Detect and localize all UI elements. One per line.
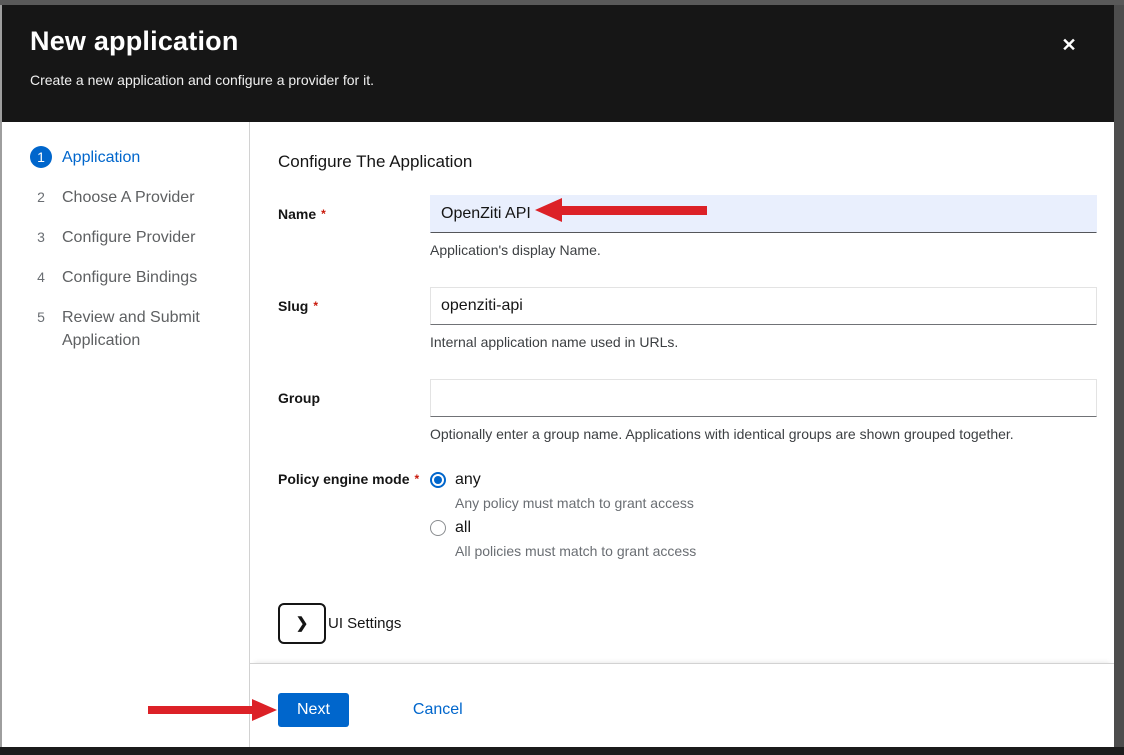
- label-text: Name: [278, 206, 316, 222]
- group-helper-text: Optionally enter a group name. Applicati…: [430, 426, 1097, 442]
- radio-any-control[interactable]: [430, 472, 446, 488]
- label-text: Slug: [278, 298, 308, 314]
- arrow-tail: [148, 706, 253, 714]
- page-title: Configure The Application: [278, 152, 1097, 172]
- required-asterisk: *: [321, 207, 326, 221]
- ui-settings-section: ❯ UI Settings: [278, 603, 1097, 644]
- screen: New application Create a new application…: [0, 0, 1124, 755]
- annotation-arrow-next-button: [148, 699, 277, 721]
- arrow-tail: [561, 206, 707, 215]
- backdrop-bottom: [0, 747, 1124, 755]
- modal-header: New application Create a new application…: [2, 5, 1114, 122]
- wizard-footer: Next Cancel: [250, 663, 1114, 747]
- step-number: 2: [30, 186, 52, 208]
- radio-all-control[interactable]: [430, 520, 446, 536]
- radio-any-label[interactable]: any: [455, 471, 481, 489]
- label-text: Policy engine mode: [278, 471, 409, 487]
- step-review-and-submit[interactable]: 5 Review and Submit Application: [30, 306, 235, 352]
- radio-any-helper: Any policy must match to grant access: [455, 495, 1097, 511]
- step-label: Configure Bindings: [62, 266, 197, 289]
- slug-field-row: Slug * Internal application name used in …: [278, 287, 1097, 350]
- step-label: Choose A Provider: [62, 186, 195, 209]
- step-number: 4: [30, 266, 52, 288]
- group-field-col: Optionally enter a group name. Applicati…: [430, 379, 1097, 442]
- name-input[interactable]: [430, 195, 1097, 233]
- name-helper-text: Application's display Name.: [430, 242, 1097, 258]
- policy-engine-mode-label: Policy engine mode *: [278, 471, 430, 567]
- step-number: 5: [30, 306, 52, 328]
- wizard-steps-nav: 1 Application 2 Choose A Provider 3 Conf…: [2, 122, 250, 747]
- radio-option-all[interactable]: all: [430, 519, 1097, 537]
- step-number: 3: [30, 226, 52, 248]
- radio-all-label[interactable]: all: [455, 519, 471, 537]
- annotation-arrow-name-field: [535, 198, 707, 222]
- arrow-head-icon: [535, 198, 562, 222]
- step-label: Review and Submit Application: [62, 306, 222, 352]
- step-label: Configure Provider: [62, 226, 195, 249]
- backdrop-right: [1114, 5, 1124, 747]
- ui-settings-label: UI Settings: [328, 615, 401, 632]
- policy-engine-mode-row: Policy engine mode * any Any policy must …: [278, 471, 1097, 567]
- close-icon[interactable]: ✕: [1057, 33, 1081, 57]
- step-label: Application: [62, 146, 140, 169]
- step-choose-a-provider[interactable]: 2 Choose A Provider: [30, 186, 235, 209]
- step-application[interactable]: 1 Application: [30, 146, 235, 169]
- required-asterisk: *: [313, 299, 318, 313]
- slug-field-label: Slug *: [278, 287, 430, 350]
- modal-title: New application: [30, 26, 1054, 57]
- arrow-head-icon: [252, 699, 277, 721]
- radio-all-helper: All policies must match to grant access: [455, 543, 1097, 559]
- slug-input[interactable]: [430, 287, 1097, 325]
- slug-helper-text: Internal application name used in URLs.: [430, 334, 1097, 350]
- modal-subtitle: Create a new application and configure a…: [30, 72, 1054, 88]
- chevron-right-icon[interactable]: ❯: [278, 603, 326, 644]
- required-asterisk: *: [414, 472, 419, 486]
- step-configure-bindings[interactable]: 4 Configure Bindings: [30, 266, 235, 289]
- group-input[interactable]: [430, 379, 1097, 417]
- policy-engine-mode-options: any Any policy must match to grant acces…: [430, 471, 1097, 567]
- next-button[interactable]: Next: [278, 693, 349, 727]
- name-field-col: Application's display Name.: [430, 195, 1097, 258]
- step-configure-provider[interactable]: 3 Configure Provider: [30, 226, 235, 249]
- step-number-badge: 1: [30, 146, 52, 168]
- label-text: Group: [278, 390, 320, 406]
- cancel-button[interactable]: Cancel: [413, 693, 463, 727]
- slug-field-col: Internal application name used in URLs.: [430, 287, 1097, 350]
- name-field-label: Name *: [278, 195, 430, 258]
- radio-option-any[interactable]: any: [430, 471, 1097, 489]
- group-field-row: Group Optionally enter a group name. App…: [278, 379, 1097, 442]
- new-application-modal: New application Create a new application…: [0, 5, 1114, 747]
- group-field-label: Group: [278, 379, 430, 442]
